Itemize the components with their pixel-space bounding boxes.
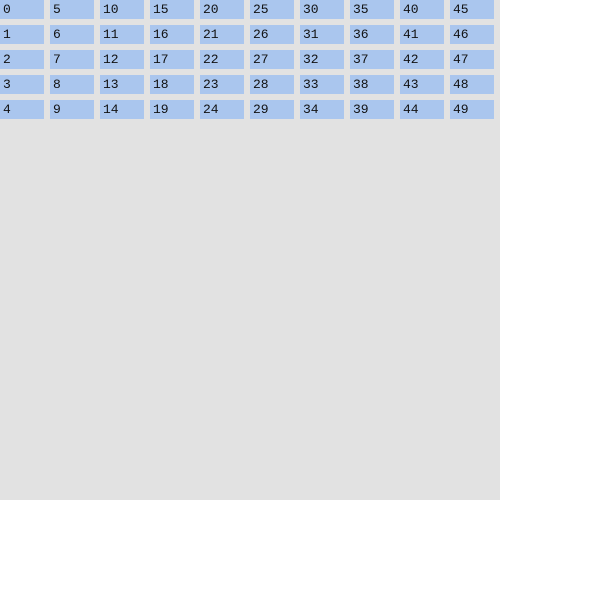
grid-cell[interactable]: 48 bbox=[450, 75, 494, 94]
grid-cell[interactable]: 2 bbox=[0, 50, 44, 69]
grid-cell[interactable]: 47 bbox=[450, 50, 494, 69]
grid-cell[interactable]: 20 bbox=[200, 0, 244, 19]
grid-cell[interactable]: 27 bbox=[250, 50, 294, 69]
grid-cell[interactable]: 4 bbox=[0, 100, 44, 119]
grid-cell[interactable]: 0 bbox=[0, 0, 44, 19]
grid-cell[interactable]: 12 bbox=[100, 50, 144, 69]
grid-cell[interactable]: 29 bbox=[250, 100, 294, 119]
grid-cell[interactable]: 15 bbox=[150, 0, 194, 19]
grid-cell[interactable]: 24 bbox=[200, 100, 244, 119]
grid-cell[interactable]: 39 bbox=[350, 100, 394, 119]
grid-cell[interactable]: 16 bbox=[150, 25, 194, 44]
grid-cell[interactable]: 46 bbox=[450, 25, 494, 44]
grid-cell[interactable]: 5 bbox=[50, 0, 94, 19]
grid-cell[interactable]: 21 bbox=[200, 25, 244, 44]
grid-cell[interactable]: 33 bbox=[300, 75, 344, 94]
grid-cell[interactable]: 3 bbox=[0, 75, 44, 94]
grid-cell[interactable]: 9 bbox=[50, 100, 94, 119]
grid-cell[interactable]: 1 bbox=[0, 25, 44, 44]
grid-cell[interactable]: 44 bbox=[400, 100, 444, 119]
number-grid: 0 5 10 15 20 25 30 35 40 45 1 6 11 16 21… bbox=[0, 0, 494, 119]
grid-cell[interactable]: 31 bbox=[300, 25, 344, 44]
grid-cell[interactable]: 14 bbox=[100, 100, 144, 119]
grid-cell[interactable]: 36 bbox=[350, 25, 394, 44]
grid-cell[interactable]: 22 bbox=[200, 50, 244, 69]
grid-cell[interactable]: 34 bbox=[300, 100, 344, 119]
grid-cell[interactable]: 25 bbox=[250, 0, 294, 19]
grid-cell[interactable]: 35 bbox=[350, 0, 394, 19]
grid-cell[interactable]: 32 bbox=[300, 50, 344, 69]
grid-cell[interactable]: 38 bbox=[350, 75, 394, 94]
grid-cell[interactable]: 10 bbox=[100, 0, 144, 19]
grid-cell[interactable]: 26 bbox=[250, 25, 294, 44]
grid-cell[interactable]: 11 bbox=[100, 25, 144, 44]
grid-cell[interactable]: 17 bbox=[150, 50, 194, 69]
grid-cell[interactable]: 40 bbox=[400, 0, 444, 19]
grid-cell[interactable]: 41 bbox=[400, 25, 444, 44]
grid-cell[interactable]: 18 bbox=[150, 75, 194, 94]
grid-cell[interactable]: 37 bbox=[350, 50, 394, 69]
grid-panel: 0 5 10 15 20 25 30 35 40 45 1 6 11 16 21… bbox=[0, 0, 500, 500]
grid-cell[interactable]: 23 bbox=[200, 75, 244, 94]
grid-cell[interactable]: 42 bbox=[400, 50, 444, 69]
grid-cell[interactable]: 6 bbox=[50, 25, 94, 44]
grid-cell[interactable]: 19 bbox=[150, 100, 194, 119]
grid-cell[interactable]: 30 bbox=[300, 0, 344, 19]
grid-cell[interactable]: 45 bbox=[450, 0, 494, 19]
grid-cell[interactable]: 43 bbox=[400, 75, 444, 94]
grid-cell[interactable]: 13 bbox=[100, 75, 144, 94]
grid-cell[interactable]: 28 bbox=[250, 75, 294, 94]
grid-cell[interactable]: 49 bbox=[450, 100, 494, 119]
grid-cell[interactable]: 8 bbox=[50, 75, 94, 94]
grid-cell[interactable]: 7 bbox=[50, 50, 94, 69]
